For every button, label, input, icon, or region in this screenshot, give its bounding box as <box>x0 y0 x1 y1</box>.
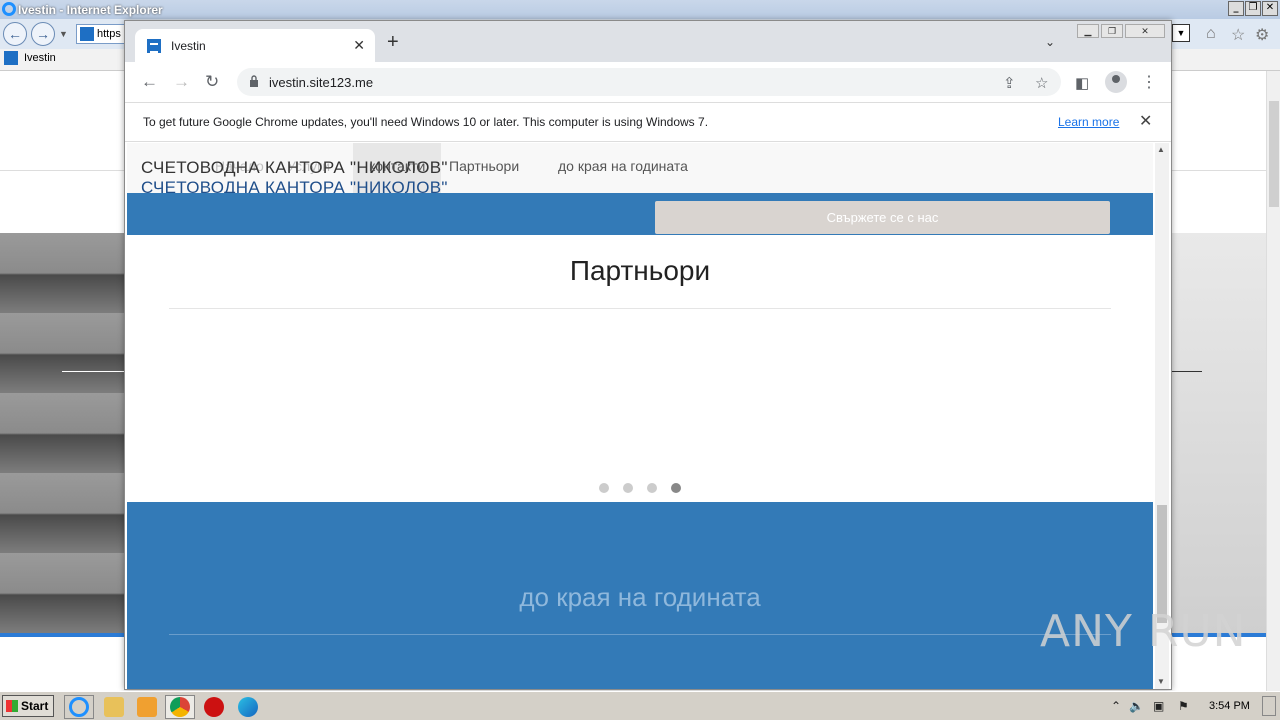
chrome-tab-strip: Ivestin ✕ + ⌄ ▁ ❐ ✕ <box>125 21 1171 62</box>
site-favicon-icon <box>147 38 161 53</box>
start-label: Start <box>21 699 49 713</box>
nav-item-year-end[interactable]: до края на годината <box>558 158 688 174</box>
back-arrow-icon[interactable]: ← <box>141 72 158 92</box>
year-end-section: до края на годината <box>127 502 1153 689</box>
divider <box>62 371 126 372</box>
bookmark-star-icon[interactable]: ☆ <box>1035 74 1048 92</box>
tools-gear-icon[interactable]: ⚙ <box>1255 25 1269 45</box>
internet-explorer-icon <box>2 2 16 16</box>
nav-item-services[interactable]: Услуги <box>287 158 330 174</box>
show-desktop-button[interactable] <box>1262 696 1276 716</box>
chrome-close-button[interactable]: ✕ <box>1125 24 1165 38</box>
nav-item-home[interactable]: Начало <box>215 158 264 174</box>
divider <box>169 634 1111 635</box>
clock: 3:54 PM <box>1209 700 1250 712</box>
scroll-up-arrow-icon[interactable]: ▲ <box>1157 145 1165 154</box>
ie-window-title: Ivestin - Internet Explorer <box>18 2 163 17</box>
site-favicon-icon <box>4 51 18 65</box>
taskbar-ie[interactable] <box>64 695 94 719</box>
opera-icon[interactable] <box>204 697 224 717</box>
scrollbar-thumb[interactable] <box>1269 101 1279 207</box>
share-icon[interactable]: ⇪ <box>1003 74 1016 92</box>
favorites-star-icon[interactable]: ☆ <box>1231 25 1245 45</box>
tray-arrow-icon[interactable]: ⌃ <box>1111 699 1121 713</box>
chrome-window: Ivestin ✕ + ⌄ ▁ ❐ ✕ ← → ↻ ivestin.site12… <box>124 20 1172 690</box>
carousel-dot[interactable] <box>623 483 633 493</box>
site-favicon-icon <box>80 27 94 41</box>
history-dropdown-icon[interactable]: ▼ <box>59 29 68 39</box>
info-close-icon[interactable]: ✕ <box>1139 111 1152 131</box>
side-panel-icon[interactable]: ◧ <box>1075 74 1089 92</box>
chrome-tab-title: Ivestin <box>171 38 206 53</box>
minimize-button[interactable]: _ <box>1228 1 1244 16</box>
taskbar-chrome[interactable] <box>165 695 195 719</box>
back-arrow-icon[interactable]: ← <box>3 22 27 46</box>
ie-tab-title: Ivestin <box>24 52 56 64</box>
windows-taskbar: Start ⌃ 🔈 ▣ ⚑ 3:54 PM <box>0 691 1280 720</box>
url-text: ivestin.site123.me <box>269 75 374 90</box>
contact-us-button[interactable]: Свържете се с нас <box>655 201 1110 234</box>
windows-logo-icon <box>6 700 18 712</box>
learn-more-link[interactable]: Learn more <box>1058 115 1119 129</box>
ie-title-bar: Ivestin - Internet Explorer _ ❐ ✕ <box>0 0 1280 19</box>
carousel-dot[interactable] <box>647 483 657 493</box>
tab-close-icon[interactable]: ✕ <box>353 37 365 54</box>
network-icon[interactable]: ▣ <box>1153 699 1164 713</box>
ie-tab[interactable]: Ivestin <box>4 51 56 65</box>
volume-icon[interactable]: 🔈 <box>1129 699 1144 713</box>
scroll-down-arrow-icon[interactable]: ▼ <box>1157 677 1165 686</box>
action-center-flag-icon[interactable]: ⚑ <box>1178 699 1189 713</box>
forward-arrow-icon[interactable]: → <box>31 22 55 46</box>
calculator-image <box>0 233 125 633</box>
site-navbar: СЧЕТОВОДНА КАНТОРА "НИКОЛОВ" СЧЕТОВОДНА … <box>127 143 1153 197</box>
lock-icon <box>250 75 258 87</box>
forward-arrow-icon[interactable]: → <box>173 72 190 92</box>
divider <box>1172 371 1202 372</box>
year-end-heading: до края на годината <box>519 582 761 612</box>
home-icon[interactable]: ⌂ <box>1206 25 1216 43</box>
ie-vertical-scrollbar[interactable] <box>1266 71 1280 691</box>
carousel-dot-active[interactable] <box>671 483 681 493</box>
info-message: To get future Google Chrome updates, you… <box>143 115 709 129</box>
start-button[interactable]: Start <box>2 695 54 717</box>
new-tab-button[interactable]: + <box>387 32 399 52</box>
restore-button[interactable]: ❐ <box>1245 1 1261 16</box>
partners-section: Партньори <box>127 235 1153 502</box>
chrome-minimize-button[interactable]: ▁ <box>1077 24 1099 38</box>
nav-item-contacts[interactable]: контакти <box>369 158 425 174</box>
anyrun-watermark: ANY RUN <box>1040 606 1247 657</box>
chrome-restore-button[interactable]: ❐ <box>1101 24 1123 38</box>
chrome-toolbar: ← → ↻ ivestin.site123.me ⇪ ☆ ◧ ⋮ <box>125 62 1171 102</box>
profile-avatar-icon[interactable] <box>1105 71 1127 93</box>
cta-bar: Свържете се с нас <box>127 193 1153 235</box>
chrome-icon <box>170 697 190 717</box>
web-page: СЧЕТОВОДНА КАНТОРА "НИКОЛОВ" СЧЕТОВОДНА … <box>127 143 1153 689</box>
partners-heading: Партньори <box>569 255 711 286</box>
kebab-menu-icon[interactable]: ⋮ <box>1141 72 1157 92</box>
paper-image <box>1166 233 1266 633</box>
carousel-dot[interactable] <box>599 483 609 493</box>
internet-explorer-icon <box>69 697 89 717</box>
nav-item-partners[interactable]: Партньори <box>449 158 519 174</box>
omnibox[interactable]: ivestin.site123.me <box>237 68 1061 96</box>
reload-icon[interactable]: ↻ <box>205 72 219 92</box>
tab-search-chevron-icon[interactable]: ⌄ <box>1045 35 1055 49</box>
ie-address-text: https <box>97 28 121 40</box>
ie-address-bar[interactable]: https <box>76 24 126 44</box>
edge-icon[interactable] <box>238 697 258 717</box>
ie-address-dropdown-icon[interactable]: ▼ <box>1172 24 1190 42</box>
close-button[interactable]: ✕ <box>1262 1 1278 16</box>
file-explorer-icon[interactable] <box>104 697 124 717</box>
media-player-icon[interactable] <box>137 697 157 717</box>
divider <box>169 308 1111 309</box>
ie-window-controls: _ ❐ ✕ <box>1228 1 1278 16</box>
chrome-tab[interactable]: Ivestin ✕ <box>135 29 375 62</box>
chrome-info-bar: To get future Google Chrome updates, you… <box>125 102 1171 142</box>
